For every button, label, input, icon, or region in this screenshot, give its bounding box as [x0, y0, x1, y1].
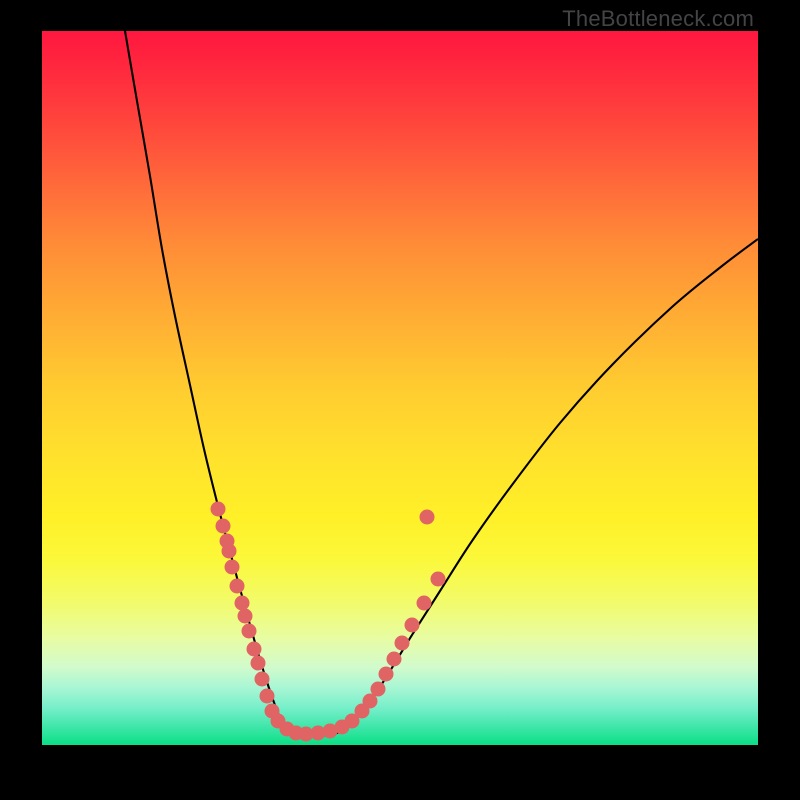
- scatter-dot: [225, 560, 240, 575]
- scatter-dot: [251, 656, 266, 671]
- scatter-dot: [211, 502, 226, 517]
- scatter-dot: [387, 652, 402, 667]
- scatter-dot: [238, 609, 253, 624]
- scatter-dot: [242, 624, 257, 639]
- plot-area: [42, 31, 758, 745]
- scatter-dot: [395, 636, 410, 651]
- scatter-dot: [235, 596, 250, 611]
- scatter-dot: [371, 682, 386, 697]
- scatter-dot: [260, 689, 275, 704]
- scatter-dot: [379, 667, 394, 682]
- watermark-text: TheBottleneck.com: [562, 6, 754, 32]
- scatter-dot: [247, 642, 262, 657]
- scatter-dot: [255, 672, 270, 687]
- scatter-dot: [417, 596, 432, 611]
- scatter-dot: [431, 572, 446, 587]
- scatter-dot: [230, 579, 245, 594]
- chart-svg: [42, 31, 758, 745]
- scatter-dot: [216, 519, 231, 534]
- scatter-dot: [405, 618, 420, 633]
- scatter-dots: [211, 502, 446, 742]
- scatter-dot: [222, 544, 237, 559]
- bottleneck-curve: [125, 31, 758, 736]
- scatter-dot: [420, 510, 435, 525]
